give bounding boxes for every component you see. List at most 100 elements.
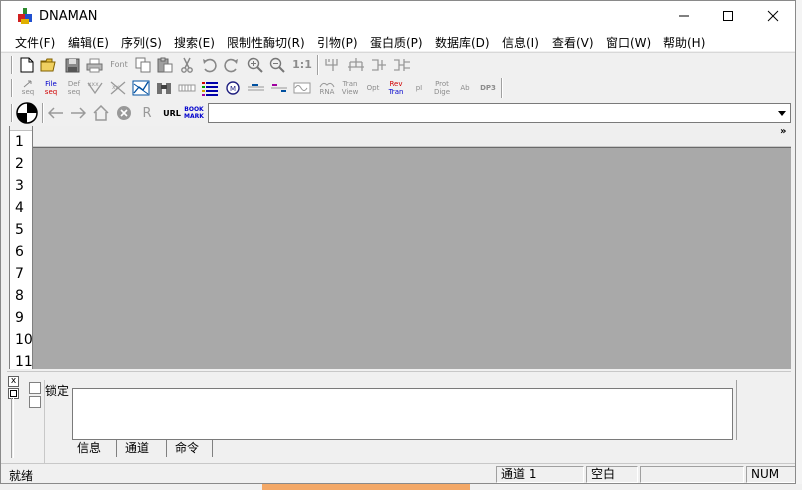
prot-dige-button[interactable]: Prot Dige: [431, 79, 453, 97]
paste-icon[interactable]: [156, 56, 174, 74]
plot-icon[interactable]: [132, 79, 150, 97]
analysis-toolbar: seq File seq Def seq xxx xx M RNA Tran V…: [1, 76, 795, 100]
sequence-bar-icon[interactable]: [178, 79, 196, 97]
font-button[interactable]: Font: [107, 56, 131, 74]
cluster-icon[interactable]: [393, 56, 411, 74]
redo-icon[interactable]: [223, 56, 241, 74]
line-number: 4: [15, 200, 24, 216]
menu-edit[interactable]: 编辑(E): [68, 34, 109, 51]
line-number: 11: [15, 354, 33, 369]
prot-dige-bottom: Dige: [433, 88, 451, 96]
tree-align-icon[interactable]: [324, 56, 342, 74]
copy-icon[interactable]: [134, 56, 152, 74]
line-number-gutter: 1 2 3 4 5 6 7 8 9 10 11: [9, 126, 33, 369]
dp3-label: DP3: [480, 84, 496, 92]
address-dropdown-button[interactable]: [774, 104, 790, 122]
pi-button[interactable]: pI: [408, 79, 430, 97]
zoom-out-icon[interactable]: [268, 56, 286, 74]
menu-sequence[interactable]: 序列(S): [121, 34, 162, 51]
close-window-button[interactable]: [750, 1, 795, 31]
toolbar-grip[interactable]: [11, 56, 13, 74]
toolbar-grip[interactable]: [11, 104, 13, 122]
rna-structure-icon: [319, 82, 335, 87]
bookmark-top: BOOK: [184, 106, 204, 113]
output-textarea[interactable]: [72, 388, 733, 440]
close-icon: [767, 10, 779, 22]
background-banner: [262, 484, 470, 490]
dp3-button[interactable]: DP3: [477, 79, 499, 97]
menu-view[interactable]: 查看(V): [552, 34, 594, 51]
url-button[interactable]: URL: [161, 104, 183, 122]
sequence-ruler: [33, 126, 791, 147]
menu-primer[interactable]: 引物(P): [317, 34, 358, 51]
line-number: 8: [15, 288, 24, 304]
print-icon[interactable]: [85, 56, 103, 74]
opt-button[interactable]: Opt: [362, 79, 384, 97]
restriction-map-icon[interactable]: M: [224, 79, 242, 97]
cut-icon[interactable]: [178, 56, 196, 74]
tab-command[interactable]: 命令: [167, 440, 213, 457]
menu-database[interactable]: 数据库(D): [435, 34, 490, 51]
undo-icon[interactable]: [200, 56, 218, 74]
def-seq-button[interactable]: Def seq: [63, 79, 85, 97]
globe-icon[interactable]: [16, 102, 38, 124]
minimize-button[interactable]: [661, 1, 707, 31]
address-combobox[interactable]: [208, 103, 791, 123]
lock-label: 锁定: [45, 384, 70, 398]
primer-pair-icon[interactable]: [270, 79, 288, 97]
zoom-in-icon[interactable]: [246, 56, 264, 74]
menu-search[interactable]: 搜索(E): [174, 34, 215, 51]
panel-close-button[interactable]: x: [8, 376, 19, 387]
home-icon[interactable]: [92, 104, 110, 122]
maximize-button[interactable]: [705, 1, 751, 31]
primer-line-icon[interactable]: [247, 79, 265, 97]
zoom-actual-button[interactable]: 1:1: [291, 56, 313, 74]
menu-info[interactable]: 信息(I): [502, 34, 539, 51]
dot-matrix-icon[interactable]: xxx: [86, 79, 104, 97]
open-folder-icon[interactable]: [40, 56, 58, 74]
menu-restriction[interactable]: 限制性酶切(R): [227, 34, 305, 51]
tab-info[interactable]: 信息: [69, 440, 117, 457]
file-seq-top: File: [45, 80, 57, 88]
color-list-icon[interactable]: [201, 79, 219, 97]
file-seq-button[interactable]: File seq: [40, 79, 62, 97]
def-seq-top: Def: [67, 80, 81, 88]
url-label: URL: [163, 108, 181, 118]
seq-button[interactable]: seq: [17, 79, 39, 97]
cross-align-icon[interactable]: xx: [109, 79, 127, 97]
tree-icon[interactable]: [347, 56, 365, 74]
seq-label: seq: [21, 88, 35, 96]
ab-label: Ab: [460, 84, 470, 92]
refresh-label: R: [142, 105, 152, 121]
secondary-checkbox[interactable]: [29, 396, 41, 408]
back-arrow-icon[interactable]: [47, 104, 65, 122]
rev-tran-button[interactable]: Rev Tran: [385, 79, 407, 97]
bookmark-button[interactable]: BOOK MARK: [184, 104, 204, 122]
rna-button[interactable]: RNA: [316, 79, 338, 97]
save-icon[interactable]: [63, 56, 81, 74]
ruler-more-button[interactable]: »: [780, 126, 786, 137]
stop-icon[interactable]: [115, 104, 133, 122]
opt-label: Opt: [366, 84, 380, 92]
new-file-icon[interactable]: [18, 56, 36, 74]
toolbar-separator: [501, 78, 503, 98]
toolbar-separator: [317, 55, 319, 75]
menu-file[interactable]: 文件(F): [15, 34, 55, 51]
tran-view-button[interactable]: Tran View: [339, 79, 361, 97]
branch-icon[interactable]: [370, 56, 388, 74]
ab-button[interactable]: Ab: [454, 79, 476, 97]
menu-help[interactable]: 帮助(H): [663, 34, 705, 51]
menu-protein[interactable]: 蛋白质(P): [370, 34, 423, 51]
refresh-button[interactable]: R: [138, 104, 156, 122]
sequence-workspace[interactable]: [33, 148, 791, 369]
panel-grip[interactable]: [11, 398, 14, 458]
lock-checkbox[interactable]: [29, 382, 41, 394]
rev-tran-top: Rev: [389, 80, 403, 88]
menu-window[interactable]: 窗口(W): [606, 34, 651, 51]
tab-channel[interactable]: 通道: [117, 440, 167, 457]
wave-icon[interactable]: [293, 79, 311, 97]
restore-icon: [10, 390, 17, 397]
toolbar-grip[interactable]: [11, 79, 13, 97]
binoculars-icon[interactable]: [155, 79, 173, 97]
forward-arrow-icon[interactable]: [69, 104, 87, 122]
